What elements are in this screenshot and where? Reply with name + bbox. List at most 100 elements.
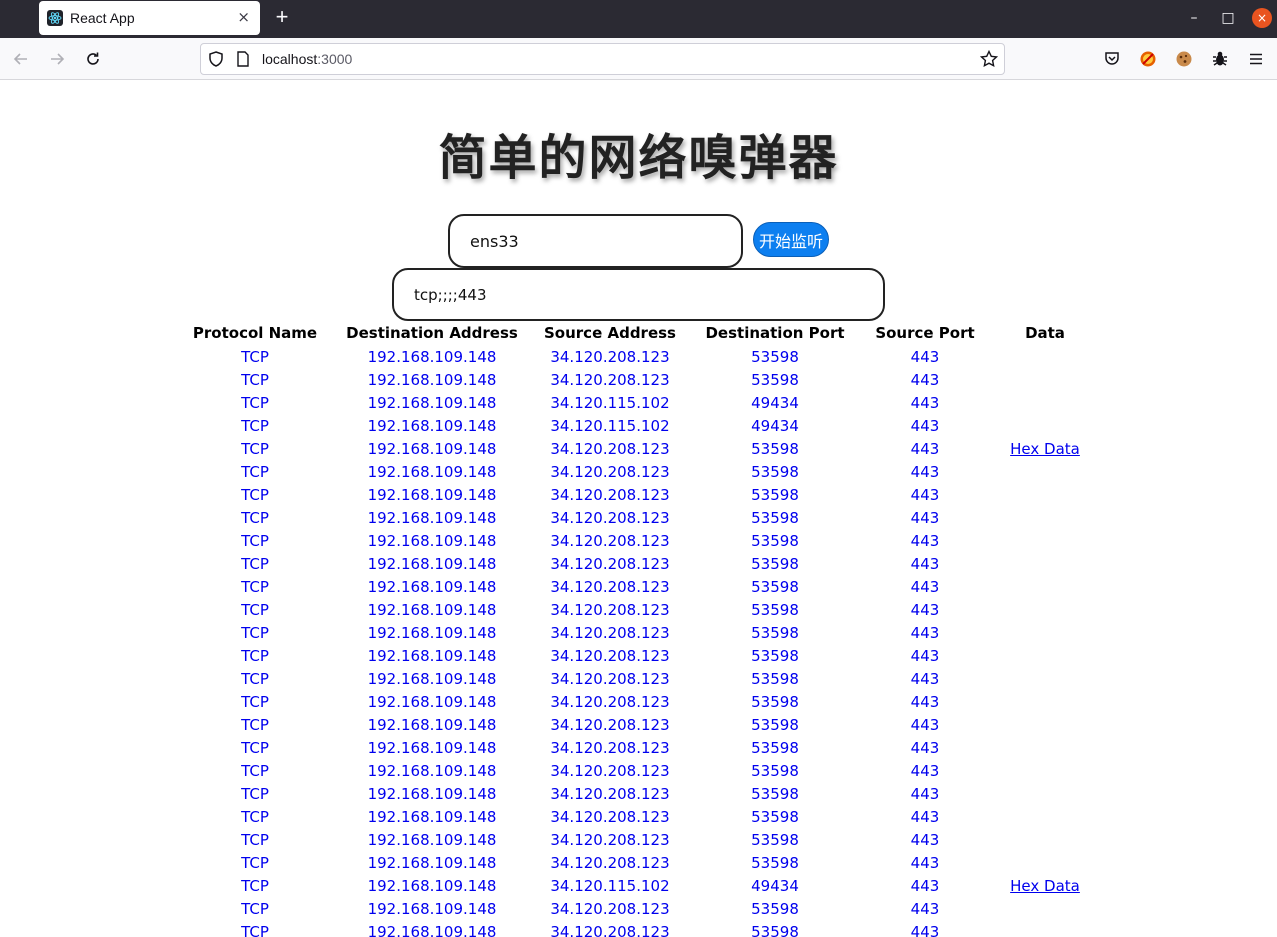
protocol-cell: TCP (241, 623, 269, 642)
data-cell (979, 667, 1111, 690)
source-address-cell: 34.120.208.123 (550, 646, 670, 665)
protocol-cell: TCP (241, 853, 269, 872)
destination-address-cell: 192.168.109.148 (367, 692, 497, 711)
source-port-cell: 443 (910, 669, 940, 688)
table-row: TCP 192.168.109.148 34.120.208.123 53598 443 (187, 345, 1111, 368)
destination-address-cell: 192.168.109.148 (367, 577, 497, 596)
source-port-cell: 443 (910, 715, 940, 734)
destination-port-cell: 49434 (751, 393, 799, 412)
hex-data-link[interactable]: Hex Data (1010, 440, 1080, 458)
table-row: TCP 192.168.109.148 34.120.208.123 53598 443 (187, 897, 1111, 920)
window-minimize-button[interactable]: – (1184, 8, 1204, 28)
source-address-cell: 34.120.208.123 (550, 853, 670, 872)
page-content: 简单的网络嗅弹器 开始监听 Protocol Name Destination … (0, 80, 1277, 937)
destination-port-cell: 53598 (751, 738, 799, 757)
table-row: TCP 192.168.109.148 34.120.208.123 53598 443 (187, 782, 1111, 805)
table-row: TCP 192.168.109.148 34.120.208.123 53598 443 (187, 736, 1111, 759)
interface-input[interactable] (448, 214, 743, 268)
source-port-cell: 443 (910, 692, 940, 711)
table-header-row: Protocol Name Destination Address Source… (187, 321, 1111, 345)
data-cell (979, 575, 1111, 598)
destination-address-cell: 192.168.109.148 (367, 715, 497, 734)
forward-arrow-icon[interactable] (46, 48, 68, 70)
table-row: TCP 192.168.109.148 34.120.208.123 53598 443 (187, 552, 1111, 575)
destination-address-cell: 192.168.109.148 (367, 370, 497, 389)
destination-port-cell: 53598 (751, 830, 799, 849)
source-port-cell: 443 (910, 646, 940, 665)
destination-address-cell: 192.168.109.148 (367, 439, 497, 458)
data-cell (979, 506, 1111, 529)
address-bar[interactable]: localhost:3000 (200, 43, 1005, 75)
source-port-cell: 443 (910, 531, 940, 550)
data-cell: Hex Data (979, 437, 1111, 460)
column-header-source-port: Source Port (875, 324, 975, 342)
data-cell (979, 759, 1111, 782)
bug-extension-icon[interactable] (1209, 48, 1231, 70)
hamburger-menu-icon[interactable] (1245, 48, 1267, 70)
window-maximize-button[interactable]: □ (1218, 8, 1238, 28)
destination-port-cell: 53598 (751, 347, 799, 366)
destination-port-cell: 53598 (751, 623, 799, 642)
source-address-cell: 34.120.208.123 (550, 508, 670, 527)
bookmark-star-icon[interactable] (979, 49, 999, 72)
pocket-icon[interactable] (1101, 48, 1123, 70)
source-address-cell: 34.120.208.123 (550, 715, 670, 734)
tab-close-icon[interactable]: × (237, 8, 250, 26)
protocol-cell: TCP (241, 807, 269, 826)
data-cell (979, 368, 1111, 391)
source-port-cell: 443 (910, 462, 940, 481)
table-row: TCP 192.168.109.148 34.120.115.102 49434 443 (187, 414, 1111, 437)
destination-port-cell: 53598 (751, 370, 799, 389)
hex-data-link[interactable]: Hex Data (1010, 877, 1080, 895)
data-cell (979, 690, 1111, 713)
start-listening-button[interactable]: 开始监听 (753, 222, 829, 257)
source-address-cell: 34.120.208.123 (550, 370, 670, 389)
column-header-destination-address: Destination Address (346, 324, 518, 342)
destination-address-cell: 192.168.109.148 (367, 393, 497, 412)
destination-address-cell: 192.168.109.148 (367, 416, 497, 435)
source-port-cell: 443 (910, 830, 940, 849)
shield-icon[interactable] (207, 50, 225, 72)
protocol-cell: TCP (241, 761, 269, 780)
destination-port-cell: 53598 (751, 784, 799, 803)
source-port-cell: 443 (910, 761, 940, 780)
browser-tab-active[interactable]: React App × (39, 1, 260, 35)
filter-input[interactable] (392, 268, 885, 321)
destination-port-cell: 53598 (751, 807, 799, 826)
table-row: TCP 192.168.109.148 34.120.208.123 53598 443 (187, 506, 1111, 529)
table-row: TCP 192.168.109.148 34.120.208.123 53598 443 (187, 667, 1111, 690)
cookie-extension-icon[interactable] (1173, 48, 1195, 70)
destination-address-cell: 192.168.109.148 (367, 646, 497, 665)
protocol-cell: TCP (241, 462, 269, 481)
table-row: TCP 192.168.109.148 34.120.208.123 53598 443 (187, 529, 1111, 552)
source-port-cell: 443 (910, 347, 940, 366)
data-cell (979, 414, 1111, 437)
source-port-cell: 443 (910, 899, 940, 918)
protocol-cell: TCP (241, 715, 269, 734)
url-text: localhost:3000 (262, 51, 352, 67)
source-address-cell: 34.120.208.123 (550, 623, 670, 642)
data-cell (979, 736, 1111, 759)
destination-address-cell: 192.168.109.148 (367, 485, 497, 504)
data-cell (979, 529, 1111, 552)
data-cell (979, 598, 1111, 621)
window-close-button[interactable]: × (1252, 8, 1272, 28)
table-row: TCP 192.168.109.148 34.120.208.123 53598 443 (187, 598, 1111, 621)
back-arrow-icon[interactable] (10, 48, 32, 70)
data-cell (979, 345, 1111, 368)
table-row: TCP 192.168.109.148 34.120.208.123 53598 443 (187, 644, 1111, 667)
destination-port-cell: 53598 (751, 692, 799, 711)
source-address-cell: 34.120.208.123 (550, 347, 670, 366)
source-port-cell: 443 (910, 876, 940, 895)
destination-address-cell: 192.168.109.148 (367, 876, 497, 895)
reload-icon[interactable] (82, 48, 104, 70)
data-cell (979, 920, 1111, 937)
extension-blocker-icon[interactable] (1137, 48, 1159, 70)
page-info-icon[interactable] (235, 51, 251, 71)
new-tab-button[interactable]: + (272, 6, 292, 30)
data-cell (979, 460, 1111, 483)
data-cell (979, 851, 1111, 874)
destination-port-cell: 53598 (751, 508, 799, 527)
browser-tab-bar: React App × + – □ × (0, 0, 1277, 38)
source-port-cell: 443 (910, 577, 940, 596)
